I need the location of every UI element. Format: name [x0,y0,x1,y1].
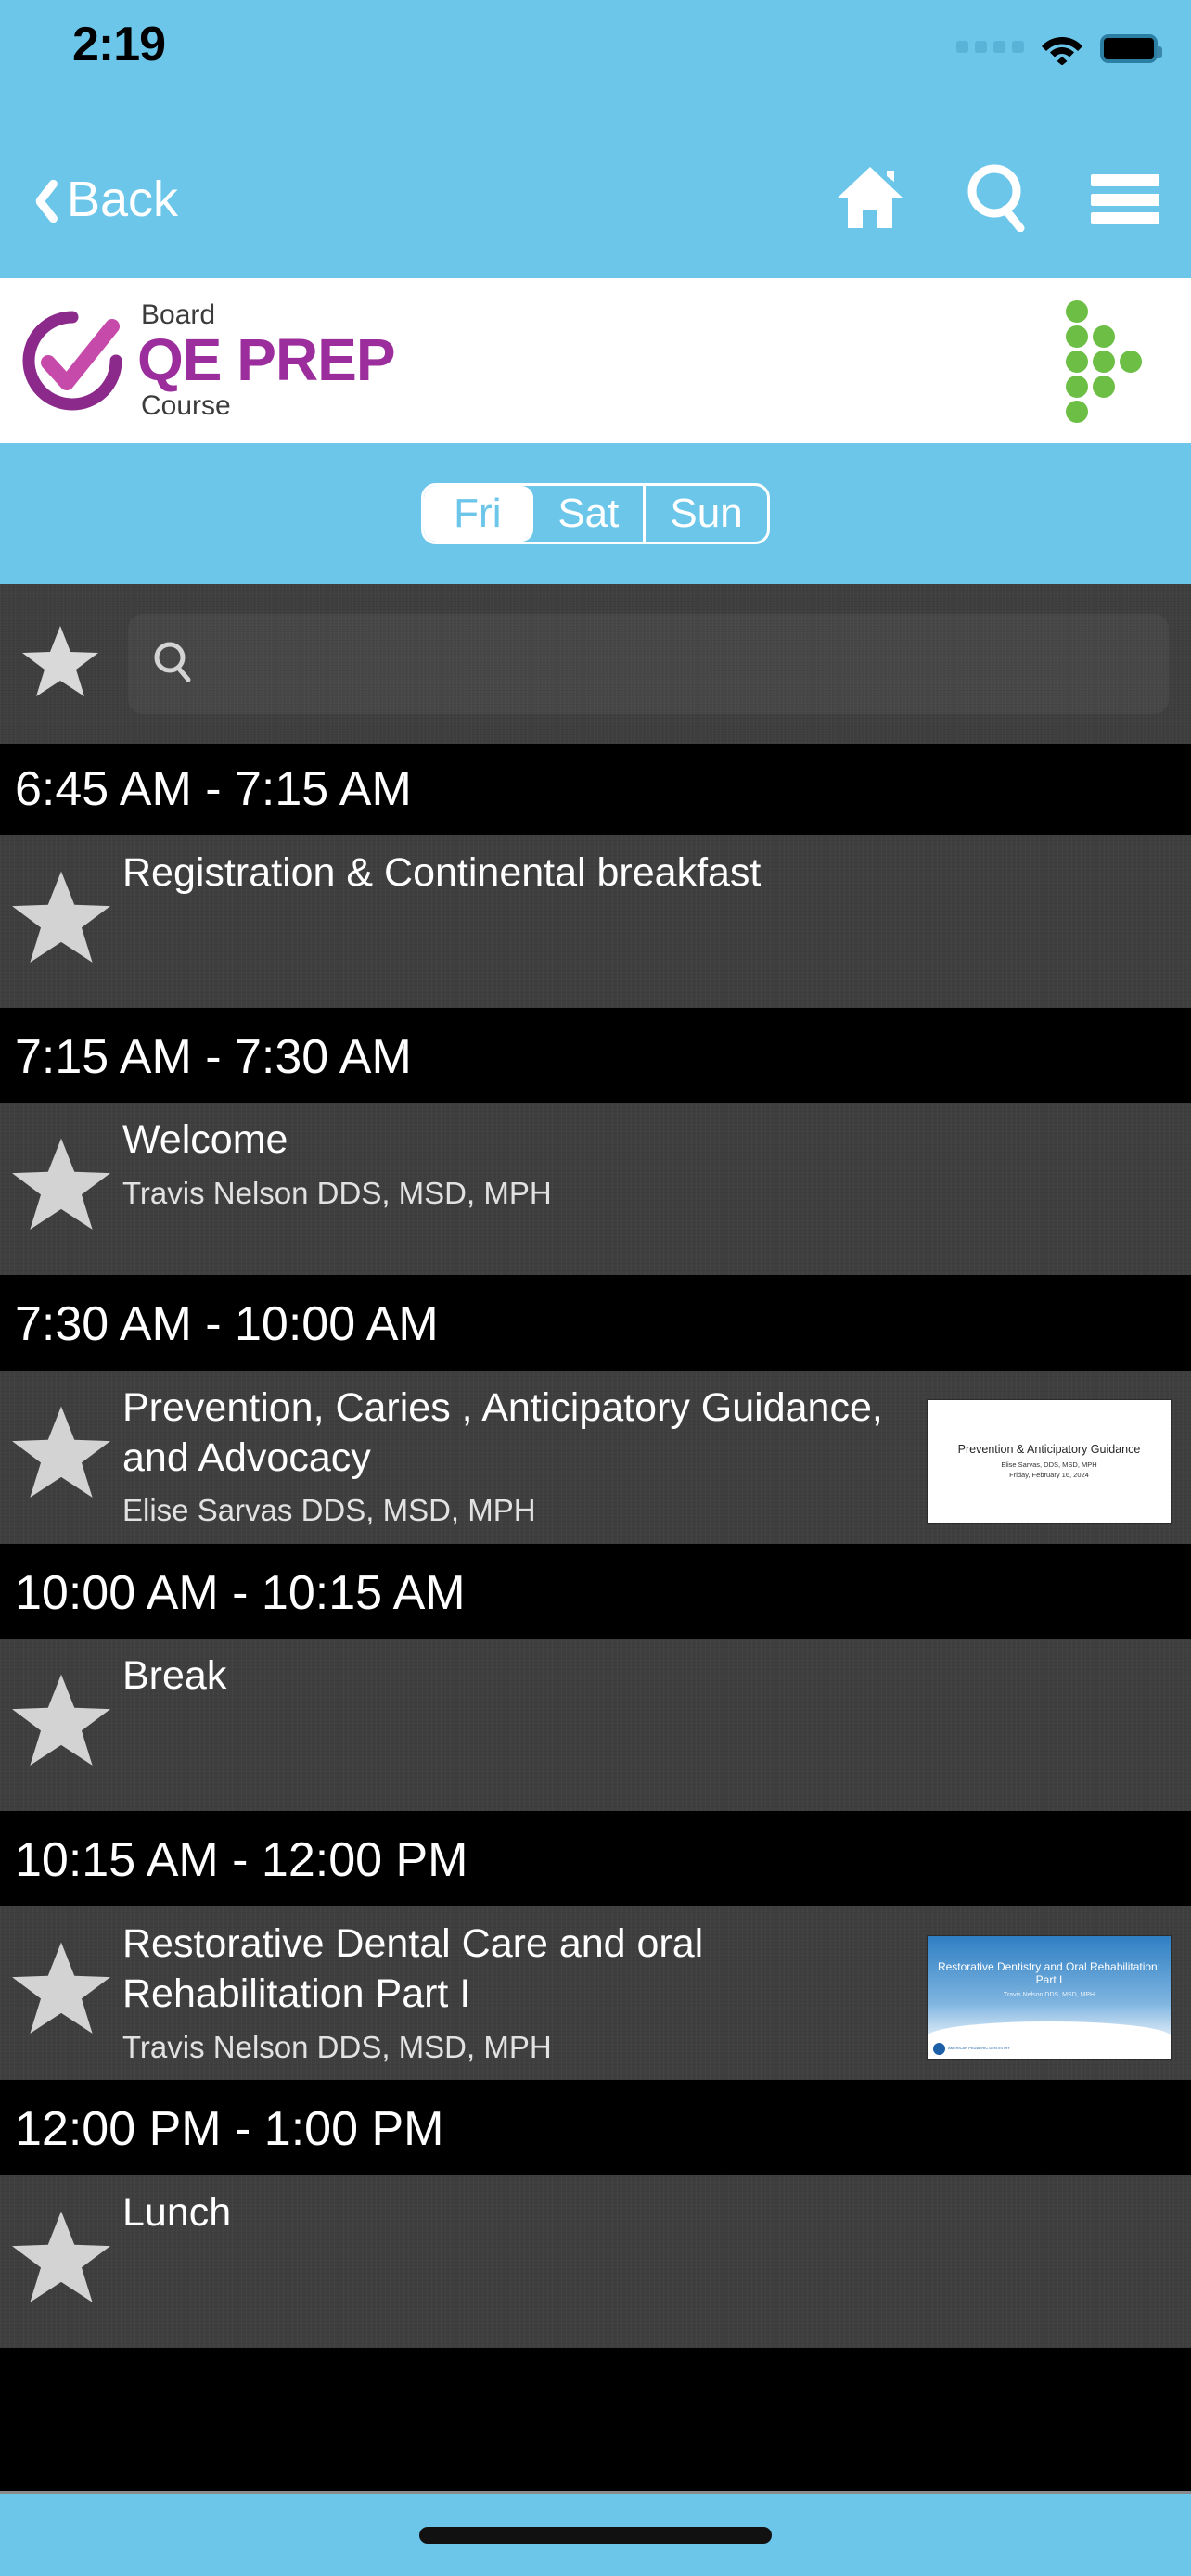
session-row[interactable]: Break [0,1639,1191,1816]
thumbnail-title: Prevention & Anticipatory Guidance [957,1442,1141,1456]
chevron-left-icon [20,174,52,224]
search-input[interactable] [210,643,1125,685]
home-indicator-bar [0,2491,1191,2576]
home-indicator[interactable] [419,2527,772,2544]
wifi-icon [1041,32,1083,66]
status-bar-clock: 2:19 [72,18,166,71]
star-icon[interactable] [20,624,100,705]
star-icon [12,1942,110,2034]
hamburger-menu-icon[interactable] [1091,174,1159,224]
session-thumbnail[interactable]: Prevention & Anticipatory Guidance Elise… [928,1399,1171,1523]
search-icon[interactable] [965,163,1031,236]
thumbnail-title: Restorative Dentistry and Oral Rehabilit… [937,1960,1161,1987]
time-header: 10:00 AM - 10:15 AM [0,1547,1191,1639]
phone-screen: 2:19 Back Board QE PREP Course Fri Sat S… [0,0,1191,2576]
nav-bar-actions [835,163,1159,236]
session-thumbnail[interactable]: Restorative Dentistry and Oral Rehabilit… [928,1936,1171,2060]
brand-line-top: Board [141,300,216,331]
session-body: Welcome Travis Nelson DDS, MSD, MPH [122,1116,1191,1211]
search-icon [152,641,193,688]
time-header: 7:15 AM - 7:30 AM [0,1011,1191,1103]
session-row[interactable]: Welcome Travis Nelson DDS, MSD, MPH [0,1103,1191,1280]
session-body: Prevention, Caries , Anticipatory Guidan… [122,1384,928,1529]
star-icon [12,1675,110,1766]
day-segmented-control: Fri Sat Sun [421,483,770,544]
star-icon [12,2211,110,2302]
session-body: Registration & Continental breakfast [122,848,1191,899]
session-row[interactable]: Registration & Continental breakfast [0,835,1191,1012]
session-favorite-button[interactable] [0,1651,122,1770]
brand-line-bottom: Course [141,389,231,421]
session-title: Registration & Continental breakfast [122,849,762,895]
session-row[interactable]: Restorative Dental Care and oral Rehabil… [0,1906,1191,2085]
brand-wordmark: Board QE PREP Course [137,300,396,421]
schedule-list[interactable]: 6:45 AM - 7:15 AM Registration & Contine… [0,744,1191,2491]
time-header: 10:15 AM - 12:00 PM [0,1815,1191,1907]
session-favorite-button[interactable] [0,2188,122,2307]
back-button[interactable]: Back [20,171,178,228]
session-speaker: Travis Nelson DDS, MSD, MPH [122,2029,552,2064]
time-header: 7:30 AM - 10:00 AM [0,1279,1191,1371]
session-favorite-button[interactable] [0,1116,122,1234]
day-tab-fri[interactable]: Fri [424,486,534,542]
session-body: Break [122,1651,1191,1702]
session-favorite-button[interactable] [0,1384,122,1502]
session-title: Restorative Dental Care and oral Rehabil… [122,1921,704,2016]
session-row[interactable]: Prevention, Caries , Anticipatory Guidan… [0,1371,1191,1548]
day-tab-sun[interactable]: Sun [646,486,766,542]
star-icon [12,871,110,963]
status-bar: 2:19 [0,0,1191,121]
session-row[interactable]: Lunch [0,2175,1191,2352]
nav-bar: Back [0,121,1191,278]
brand-header: Board QE PREP Course [0,278,1191,443]
home-icon[interactable] [835,165,905,235]
check-circle-icon [20,309,124,413]
search-bar [0,584,1191,744]
list-bottom-spacer [0,2351,1191,2379]
brand-logo: Board QE PREP Course [20,300,396,421]
status-bar-indicators [956,32,1162,66]
session-title: Break [122,1653,227,1699]
thumbnail-subtitle-1: Travis Nelson DDS, MSD, MPH [1003,1992,1095,1999]
session-speaker: Travis Nelson DDS, MSD, MPH [122,1175,552,1210]
search-field-container[interactable] [128,614,1169,714]
thumbnail-subtitle-1: Elise Sarvas, DDS, MSD, MPH [1001,1460,1097,1470]
session-body: Restorative Dental Care and oral Rehabil… [122,1919,928,2065]
day-tabs-bar: Fri Sat Sun [0,443,1191,584]
session-title: Lunch [122,2189,232,2235]
star-icon [12,1138,110,1231]
time-header: 12:00 PM - 1:00 PM [0,2084,1191,2175]
star-icon [12,1406,110,1498]
session-body: Lunch [122,2188,1191,2238]
time-header: 6:45 AM - 7:15 AM [0,744,1191,835]
session-favorite-button[interactable] [0,848,122,967]
brand-dot-pattern-icon [1066,299,1146,424]
day-tab-sat[interactable]: Sat [533,486,647,542]
thumbnail-org-badge: AMERICAN PEDIATRIC DENTISTRY [933,2043,1010,2056]
session-favorite-button[interactable] [0,1919,122,2038]
session-title: Welcome [122,1117,288,1163]
brand-line-main: QE PREP [137,326,396,394]
signal-dots-icon [956,40,1024,57]
session-speaker: Elise Sarvas DDS, MSD, MPH [122,1493,536,1528]
back-button-label: Back [67,172,179,227]
thumbnail-subtitle-2: Friday, February 16, 2024 [1009,1471,1089,1480]
session-title: Prevention, Caries , Anticipatory Guidan… [122,1384,883,1480]
battery-full-icon [1100,33,1162,63]
